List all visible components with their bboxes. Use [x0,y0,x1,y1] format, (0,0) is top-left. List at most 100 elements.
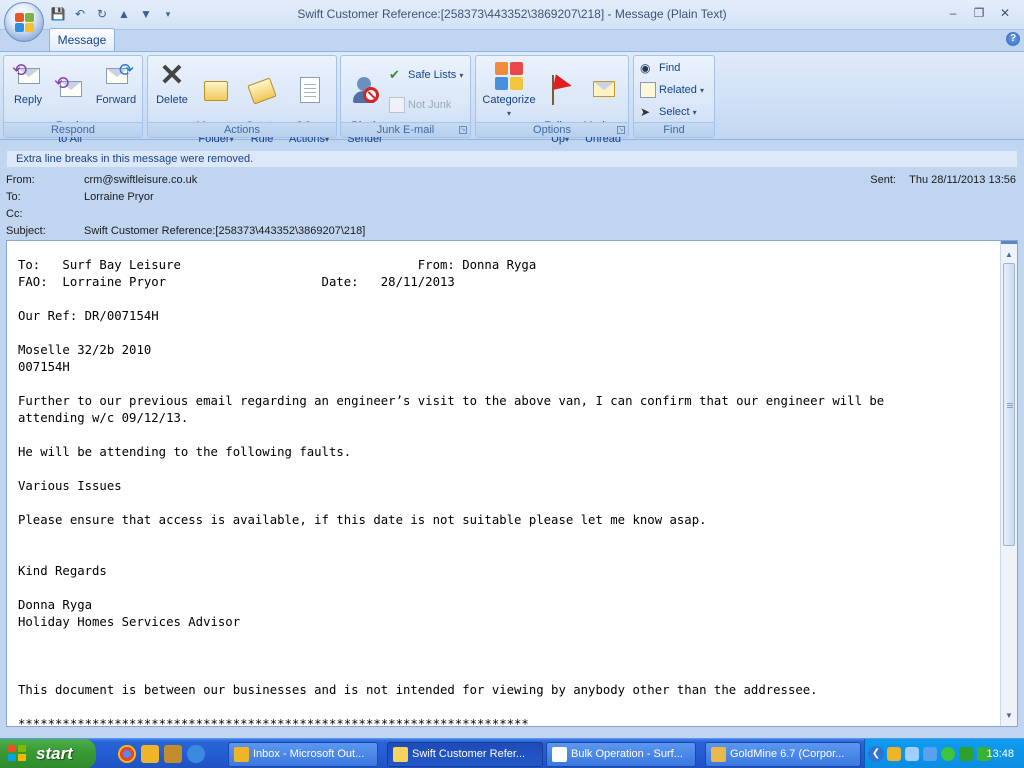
options-launcher-icon[interactable]: ↘ [617,126,625,134]
taskbar: start Inbox - Microsoft Out... Swift Cus… [0,738,1024,768]
related-button[interactable]: Related ▾ [640,81,704,99]
taskbar-item-label: Swift Customer Refer... [412,748,526,760]
other-actions-icon [293,73,325,105]
body-line: To: Surf Bay Leisure From: Donna Ryga [18,258,537,272]
start-button[interactable]: start [0,739,96,768]
categorize-label: Categorize [482,94,536,106]
body-line [18,665,993,682]
safe-lists-icon: ✔ [389,67,400,83]
body-line [18,291,993,308]
group-label-options: Options [476,122,628,137]
group-label-respond: Respond [4,122,142,137]
body-line: Further to our previous email regarding … [18,394,885,408]
group-respond: ⟲ Reply ⟲ Reply to All ⟳ Forward Respond [3,55,143,145]
subject-label: Subject: [6,225,46,237]
info-bar[interactable]: Extra line breaks in this message were r… [6,150,1018,168]
tray-expand-icon[interactable]: ❮ [868,746,884,762]
block-sender-icon [349,73,381,105]
start-label: start [36,744,73,763]
chrome-icon[interactable] [118,745,136,763]
tab-row [0,30,1024,52]
scroll-thumb[interactable] [1003,263,1015,546]
group-label-actions: Actions [148,122,336,137]
reply-button[interactable]: ⟲ Reply [10,60,46,107]
categorize-button[interactable]: Categorize ▾ [480,60,538,120]
body-line [18,376,993,393]
forward-button[interactable]: ⟳ Forward [92,60,140,107]
minimize-button[interactable]: – [940,4,966,22]
body-line: Holiday Homes Services Advisor [18,615,241,629]
safe-lists-button[interactable]: ✔ Safe Lists ▾ [389,66,463,84]
cursor-icon: ➤ [640,105,651,120]
body-line: ****************************************… [18,717,529,727]
find-button[interactable]: ◉ Find [640,59,680,77]
to-label: To: [6,191,21,203]
body-line: attending w/c 09/12/13. [18,411,189,425]
office-logo-icon [15,13,35,33]
body-line [18,648,993,665]
sent-field: Sent: Thu 28/11/2013 13:56 [870,172,1016,189]
body-line: 007154H [18,360,70,374]
body-line [18,529,993,546]
from-label: From: [6,174,35,186]
find-label: Find [659,62,681,74]
display-icon[interactable] [923,747,937,761]
group-junk-email: Block Sender ✔Safe Lists ▾ Not Junk Junk… [340,55,471,145]
antivirus-icon[interactable] [959,747,973,761]
ie-icon[interactable] [187,745,205,763]
outlook-tray-icon[interactable] [887,747,901,761]
delete-button[interactable]: ✕ Delete [152,60,192,107]
subject-row: Subject: Swift Customer Reference:[25837… [0,223,1024,240]
tab-message[interactable]: Message [49,28,115,52]
network-icon[interactable] [905,747,919,761]
forward-icon: ⟳ [100,60,134,92]
body-line: Kind Regards [18,564,107,578]
body-line [18,546,993,563]
scroll-up-arrow-icon[interactable]: ▲ [1001,247,1017,263]
taskbar-item-inbox[interactable]: Inbox - Microsoft Out... [228,742,378,767]
junk-launcher-icon[interactable]: ↘ [459,126,467,134]
follow-up-flag-icon [544,73,576,105]
group-label-junk-email: Junk E-mail [341,122,470,137]
windows-logo-icon [8,745,28,763]
body-line: He will be attending to the following fa… [18,445,352,459]
subject-value: Swift Customer Reference:[258373\443352\… [84,225,366,237]
taskbar-item-bulk-operation[interactable]: Bulk Operation - Surf... [546,742,696,767]
taskbar-item-goldmine[interactable]: GoldMine 6.7 (Corpor... [705,742,861,767]
move-to-folder-icon [200,73,232,105]
close-button[interactable]: ✕ [992,4,1018,22]
office-button[interactable] [4,2,44,42]
goldmine-icon[interactable] [164,745,182,763]
outlook-icon [234,747,249,762]
body-line: Our Ref: DR/007154H [18,309,159,323]
group-actions: ✕ Delete Move to Folder▾ Create Rule Oth… [147,55,337,145]
forward-label: Forward [95,94,137,106]
scroll-down-arrow-icon[interactable]: ▼ [1001,708,1017,724]
envelope-icon [393,747,408,762]
select-button[interactable]: ➤ Select ▾ [640,103,697,121]
group-label-find: Find [634,122,714,137]
restore-button[interactable]: ❐ [966,4,992,22]
help-icon[interactable]: ? [1006,32,1020,46]
message-body[interactable]: To: Surf Bay Leisure From: Donna Ryga FAO… [6,240,1018,727]
status-green-icon[interactable] [941,747,955,761]
outlook-icon[interactable] [141,745,159,763]
goldmine-icon [711,747,726,762]
taskbar-item-swift-message[interactable]: Swift Customer Refer... [387,742,543,767]
body-line [18,461,993,478]
binoculars-icon: ◉ [640,61,651,76]
not-junk-icon [389,97,405,114]
from-value[interactable]: crm@swiftleisure.co.uk [84,172,197,189]
bulk-operation-icon [552,747,567,762]
body-line [18,495,993,512]
delete-label: Delete [156,94,188,106]
to-value[interactable]: Lorraine Pryor [84,189,154,206]
select-label: Select [659,106,690,118]
create-rule-icon [246,73,278,105]
not-junk-button[interactable]: Not Junk [389,96,451,114]
not-junk-label: Not Junk [408,99,452,111]
vertical-scrollbar[interactable]: ▲ ▼ [1000,241,1017,726]
categorize-icon [493,60,525,92]
group-find: ◉ Find Related ▾ ➤ Select ▾ Find [633,55,715,138]
body-line: This document is between our businesses … [18,683,818,697]
